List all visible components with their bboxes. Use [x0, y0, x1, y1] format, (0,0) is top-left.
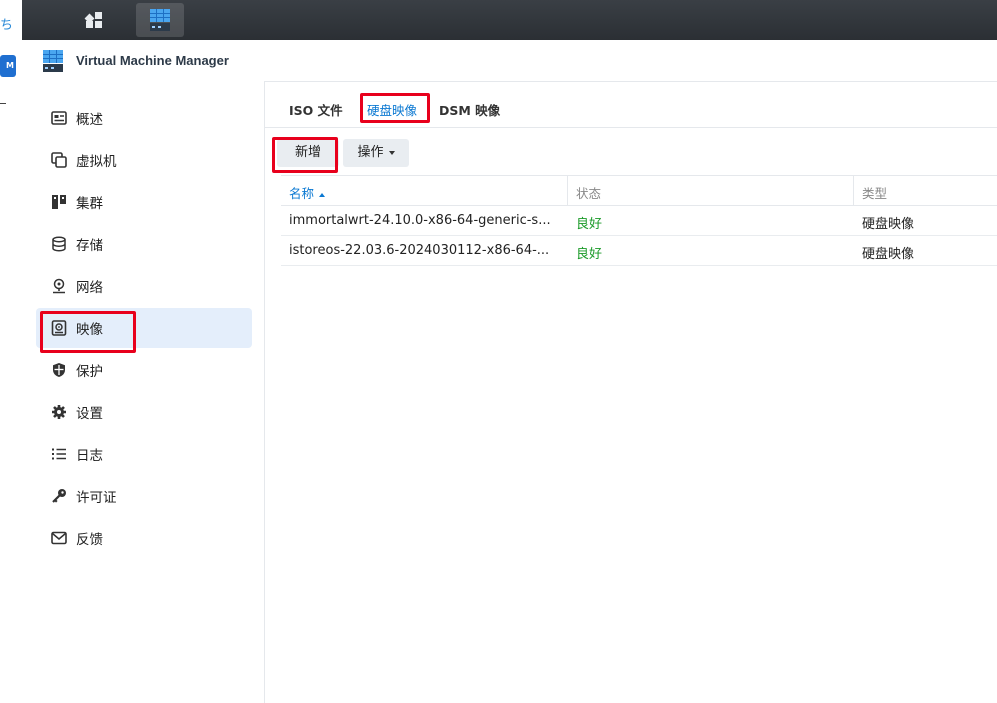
- sidebar-item-license[interactable]: 许可证: [36, 476, 252, 516]
- log-list-icon: [50, 445, 68, 463]
- main-content: ISO 文件 硬盘映像 DSM 映像 新增 操作 名称 状态 类型 immort…: [265, 81, 997, 703]
- network-icon: [50, 277, 68, 295]
- image-name-cell: immortalwrt-24.10.0-x86-64-generic-s...: [289, 213, 551, 228]
- window-header: Virtual Machine Manager: [22, 40, 997, 82]
- sidebar-item-protection[interactable]: 保护: [36, 350, 252, 390]
- desktop-divider: [0, 103, 6, 104]
- vmm-logo-icon: [42, 49, 64, 77]
- gear-icon: [50, 403, 68, 421]
- sidebar-item-network[interactable]: 网络: [36, 266, 252, 306]
- desktop-app-icon[interactable]: M: [0, 55, 16, 77]
- action-label: 操作: [357, 145, 384, 160]
- column-header-status[interactable]: 状态: [576, 183, 601, 202]
- table-header: 名称 状态 类型: [281, 175, 997, 206]
- desktop-edge: ち M: [0, 0, 23, 703]
- table-row[interactable]: istoreos-22.03.6-2024030112-x86-64-... 良…: [281, 236, 997, 266]
- column-divider[interactable]: [567, 176, 568, 205]
- window-title: Virtual Machine Manager: [76, 53, 229, 68]
- sidebar-item-virtual-machine[interactable]: 虚拟机: [36, 140, 252, 180]
- main-menu-button[interactable]: [70, 3, 118, 37]
- virtual-machine-icon: [50, 151, 68, 169]
- taskbar: [22, 0, 997, 40]
- image-icon: [50, 319, 68, 337]
- column-header-name[interactable]: 名称: [289, 183, 326, 202]
- type-cell: 硬盘映像: [862, 247, 915, 262]
- action-dropdown[interactable]: 操作: [343, 139, 409, 167]
- column-divider[interactable]: [853, 176, 854, 205]
- storage-icon: [50, 235, 68, 253]
- chevron-down-icon: [388, 150, 395, 155]
- status-cell: 良好: [576, 217, 603, 232]
- sidebar-item-label: 网络: [76, 280, 103, 296]
- status-cell: 良好: [576, 247, 603, 262]
- sidebar-item-image[interactable]: 映像: [36, 308, 252, 348]
- image-name-cell: istoreos-22.03.6-2024030112-x86-64-...: [289, 243, 550, 258]
- main-menu-icon: [84, 12, 102, 28]
- sidebar-item-label: 设置: [76, 406, 103, 422]
- table-row[interactable]: immortalwrt-24.10.0-x86-64-generic-s... …: [281, 206, 997, 236]
- sidebar-item-overview[interactable]: 概述: [36, 98, 252, 138]
- sidebar-item-feedback[interactable]: 反馈: [36, 518, 252, 558]
- sidebar-item-label: 集群: [76, 196, 103, 212]
- sidebar-item-storage[interactable]: 存储: [36, 224, 252, 264]
- vmm-app-icon: [150, 9, 170, 31]
- tab-iso-file[interactable]: ISO 文件: [289, 100, 343, 119]
- mail-icon: [50, 529, 68, 547]
- desktop-glyph: ち: [0, 18, 14, 33]
- image-table: 名称 状态 类型 immortalwrt-24.10.0-x86-64-gene…: [281, 175, 997, 266]
- sidebar-item-cluster[interactable]: 集群: [36, 182, 252, 222]
- sidebar-item-label: 保护: [76, 364, 103, 380]
- cluster-icon: [50, 193, 68, 211]
- add-button[interactable]: 新增: [277, 139, 339, 167]
- sidebar-item-label: 日志: [76, 448, 103, 464]
- sidebar: 概述 虚拟机 集群 存储 网络 映像 保护 设置 日志 许可证 反馈: [22, 81, 265, 703]
- sidebar-item-label: 映像: [76, 322, 103, 338]
- column-header-type[interactable]: 类型: [862, 183, 887, 202]
- sidebar-item-settings[interactable]: 设置: [36, 392, 252, 432]
- sidebar-item-label: 反馈: [76, 532, 103, 548]
- vmm-taskbar-button[interactable]: [136, 3, 184, 37]
- type-cell: 硬盘映像: [862, 217, 915, 232]
- tab-disk-image[interactable]: 硬盘映像: [367, 100, 417, 119]
- shield-icon: [50, 361, 68, 379]
- column-header-label: 名称: [289, 186, 315, 201]
- sort-ascending-icon: [319, 192, 326, 197]
- sidebar-item-label: 虚拟机: [76, 154, 117, 170]
- overview-icon: [50, 109, 68, 127]
- key-icon: [50, 487, 68, 505]
- sidebar-item-label: 概述: [76, 112, 103, 128]
- sidebar-item-log[interactable]: 日志: [36, 434, 252, 474]
- tab-dsm-image[interactable]: DSM 映像: [439, 100, 500, 119]
- sidebar-item-label: 许可证: [76, 490, 117, 506]
- tab-bar: ISO 文件 硬盘映像 DSM 映像: [265, 81, 997, 128]
- sidebar-item-label: 存储: [76, 238, 103, 254]
